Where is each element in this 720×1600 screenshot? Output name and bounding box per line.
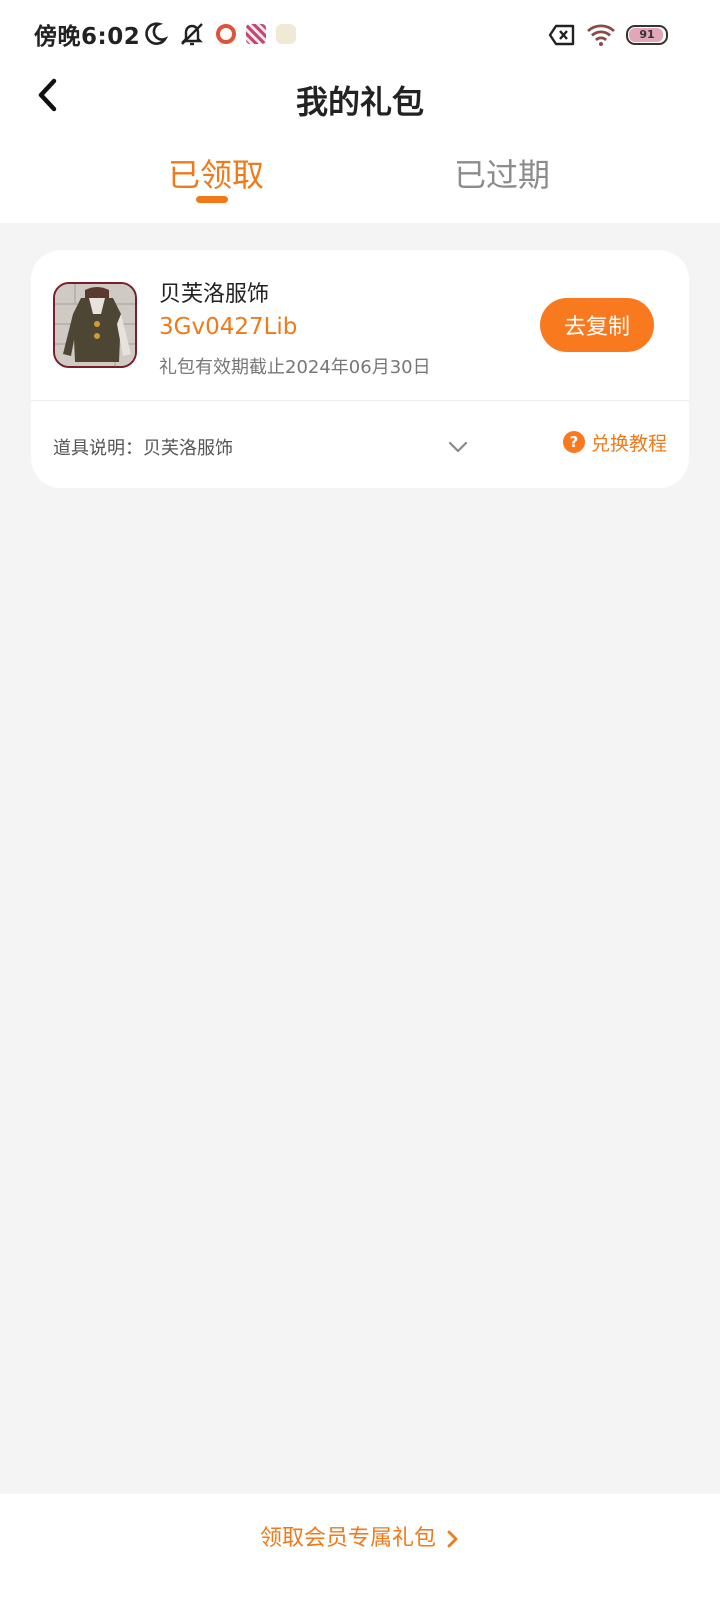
vip-gift-label: 领取会员专属礼包 <box>259 1526 436 1551</box>
battery-level: 91 <box>639 28 655 41</box>
status-bar: 傍晚6:02 91 <box>0 0 720 68</box>
status-time: 傍晚6:02 <box>34 24 141 50</box>
status-icons-right: 91 <box>548 22 668 48</box>
description-value: 贝芙洛服饰 <box>143 438 233 459</box>
gift-name: 贝芙洛服饰 <box>159 282 270 307</box>
gift-code: 3Gv0427Lib <box>159 314 298 340</box>
question-icon: ? <box>562 431 585 453</box>
redeem-guide-label: 兑换教程 <box>590 432 667 455</box>
redeem-guide-link[interactable]: ? 兑换教程 <box>562 429 667 455</box>
bottom-bar: 领取会员专属礼包 <box>0 1494 720 1600</box>
copy-button[interactable]: 去复制 <box>540 298 654 352</box>
no-sim-icon <box>548 24 575 46</box>
status-icons-left <box>142 18 296 50</box>
page-title: 我的礼包 <box>295 83 424 121</box>
active-tab-indicator <box>196 196 228 203</box>
tab-claimed[interactable]: 已领取 <box>116 150 316 196</box>
item-description: 道具说明：贝芙洛服饰 <box>53 434 233 460</box>
chevron-right-icon <box>447 1530 458 1548</box>
header-area: 傍晚6:02 91 我的礼包 已领取 已过期 <box>0 0 720 223</box>
app-notification-icon <box>276 24 296 44</box>
wifi-icon <box>587 24 615 46</box>
app-notification-icon <box>216 24 236 44</box>
gift-card: 贝芙洛服饰 3Gv0427Lib 礼包有效期截止2024年06月30日 去复制 … <box>31 250 689 488</box>
battery-icon: 91 <box>626 25 668 45</box>
chevron-down-icon[interactable] <box>447 436 469 458</box>
description-label: 道具说明： <box>53 438 143 459</box>
vip-gift-link[interactable]: 领取会员专属礼包 <box>0 1520 720 1552</box>
tab-expired[interactable]: 已过期 <box>402 150 602 196</box>
moon-icon <box>145 22 168 45</box>
gift-expiry: 礼包有效期截止2024年06月30日 <box>159 357 431 378</box>
app-notification-icon <box>246 24 266 44</box>
gift-thumbnail <box>53 282 137 368</box>
divider <box>31 400 689 401</box>
bell-muted-icon <box>181 23 203 46</box>
